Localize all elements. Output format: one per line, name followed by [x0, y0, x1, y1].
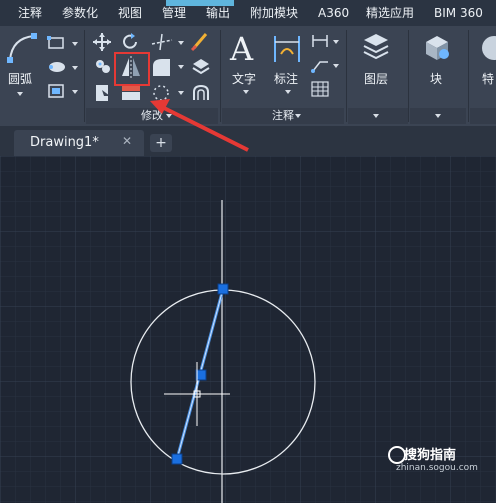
annotation-arrow [150, 99, 249, 152]
watermark-url: zhinan.sogou.com [396, 463, 478, 473]
watermark-brand: 搜狗指南 [404, 448, 457, 463]
